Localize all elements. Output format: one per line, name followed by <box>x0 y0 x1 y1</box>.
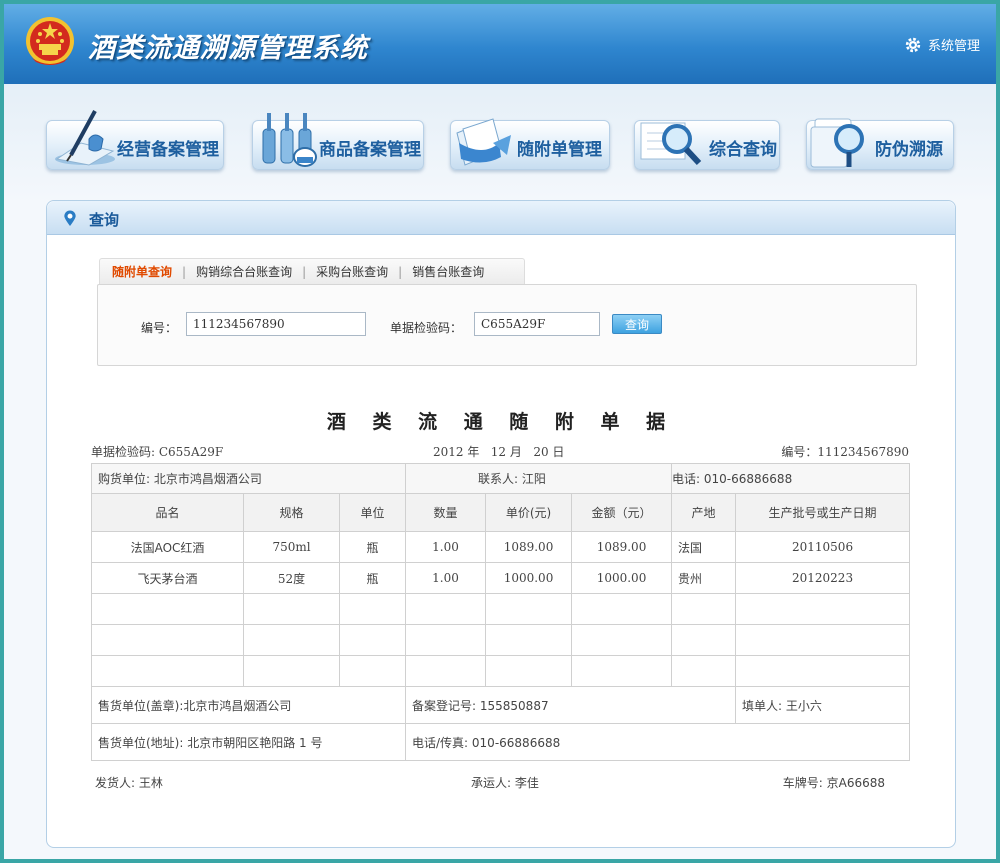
tab-attached-document-query[interactable]: 随附单查询 <box>108 263 176 280</box>
nav-anti-counterfeit-trace[interactable]: 防伪溯源 <box>806 118 954 170</box>
product-amount: 1000.00 <box>571 562 673 594</box>
product-spec: 750ml <box>243 531 340 563</box>
product-unit: 瓶 <box>338 562 407 594</box>
nav-comprehensive-query-label: 综合查询 <box>709 140 777 160</box>
carrier: 承运人: 李佳 <box>471 776 539 790</box>
column-header: 金额（元） <box>571 493 673 532</box>
shipper: 发货人: 王林 <box>95 776 163 790</box>
number-label: 编号： <box>141 321 178 335</box>
product-unit: 瓶 <box>338 531 407 563</box>
app-frame: 酒类流通溯源管理系统 系统管理 经营备案管理 商品备案管理 随附单管理 综合查询… <box>4 4 996 859</box>
number-input[interactable] <box>186 312 366 336</box>
tab-purchase-sales-ledger-query[interactable]: 购销综合台账查询 <box>192 263 296 280</box>
product-name: 法国AOC红酒 <box>91 531 244 563</box>
nav-attached-document-label: 随附单管理 <box>517 140 602 160</box>
seller-row: 售货单位(盖章):北京市鸿昌烟酒公司 备案登记号: 155850887 填单人:… <box>90 686 911 724</box>
column-header: 品名 <box>91 493 244 532</box>
column-header: 单价(元) <box>485 493 573 532</box>
buyer-phone: 电话: 010-66886688 <box>671 463 911 494</box>
tab-divider: | <box>398 264 403 279</box>
empty-row <box>91 624 911 656</box>
seller-seal: 售货单位(盖章):北京市鸿昌烟酒公司 <box>90 686 407 724</box>
system-management-label: 系统管理 <box>927 39 980 54</box>
product-spec: 52度 <box>243 562 340 594</box>
table-row: 飞天茅台酒 52度 瓶 1.00 1000.00 1000.00 贵州 2012… <box>91 562 911 594</box>
document-number: 编号：111234567890 <box>781 445 909 459</box>
product-batch: 20110506 <box>735 531 911 563</box>
column-header: 单位 <box>338 493 407 532</box>
pen-inkpot-icon <box>55 110 115 166</box>
header-bar: 酒类流通溯源管理系统 系统管理 <box>4 4 996 84</box>
document-check-code: 单据检验码: C655A29F <box>91 445 224 459</box>
nav-product-record-label: 商品备案管理 <box>319 140 421 160</box>
nav-business-record[interactable]: 经营备案管理 <box>46 110 224 170</box>
buyer-contact: 联系人: 江阳 <box>405 463 673 494</box>
product-amount: 1089.00 <box>571 531 673 563</box>
tab-sales-ledger-query[interactable]: 销售台账查询 <box>408 263 488 280</box>
column-header: 生产批号或生产日期 <box>735 493 911 532</box>
empty-row <box>91 655 911 687</box>
query-tabs: 随附单查询 | 购销综合台账查询 | 采购台账查询 | 销售台账查询 <box>99 258 525 284</box>
document-title: 酒 类 流 通 随 附 单 据 <box>326 411 676 433</box>
bottles-icon <box>262 113 317 167</box>
record-number: 备案登记号: 155850887 <box>405 686 737 724</box>
column-header: 规格 <box>243 493 340 532</box>
nav-business-record-label: 经营备案管理 <box>117 140 219 160</box>
license-plate: 车牌号: 京A66688 <box>782 776 885 790</box>
buyer-unit: 购货单位: 北京市鸿昌烟酒公司 <box>90 463 407 494</box>
query-button[interactable]: 查询 <box>612 314 662 334</box>
buyer-info-row: 购货单位: 北京市鸿昌烟酒公司 联系人: 江阳 电话: 010-66886688 <box>90 463 911 494</box>
check-code-label: 单据检验码： <box>390 321 463 335</box>
nav-product-record[interactable]: 商品备案管理 <box>252 113 424 170</box>
document-table: 购货单位: 北京市鸿昌烟酒公司 联系人: 江阳 电话: 010-66886688… <box>90 463 911 761</box>
table-header-row: 品名 规格 单位 数量 单价(元) 金额（元） 产地 生产批号或生产日期 <box>91 493 911 532</box>
product-unit-price: 1000.00 <box>485 562 573 594</box>
query-panel: 查询 随附单查询 | 购销综合台账查询 | 采购台账查询 | 销售台账查询 编号… <box>46 200 956 848</box>
documents-icon <box>456 118 511 166</box>
panel-header: 查询 <box>47 201 955 235</box>
table-row: 法国AOC红酒 750ml 瓶 1.00 1089.00 1089.00 法国 … <box>91 531 911 563</box>
nav-anti-counterfeit-trace-label: 防伪溯源 <box>875 140 943 160</box>
panel-title: 查询 <box>89 211 120 229</box>
product-quantity: 1.00 <box>405 562 487 594</box>
seller-address: 售货单位(地址): 北京市朝阳区艳阳路 1 号 <box>90 723 407 761</box>
magnifier-icon <box>640 122 702 166</box>
product-name: 飞天茅台酒 <box>91 562 244 594</box>
system-management-link[interactable]: 系统管理 <box>904 35 980 54</box>
trace-magnifier-icon <box>810 118 864 168</box>
nav-comprehensive-query[interactable]: 综合查询 <box>634 120 780 170</box>
column-header: 数量 <box>405 493 487 532</box>
product-unit-price: 1089.00 <box>485 531 573 563</box>
seller-address-row: 售货单位(地址): 北京市朝阳区艳阳路 1 号 电话/传真: 010-66886… <box>90 723 911 761</box>
tab-divider: | <box>302 264 307 279</box>
product-origin: 贵州 <box>671 562 737 594</box>
main-nav: 经营备案管理 商品备案管理 随附单管理 综合查询 防伪溯源 <box>4 104 996 194</box>
form-filler: 填单人: 王小六 <box>735 686 911 724</box>
product-batch: 20120223 <box>735 562 911 594</box>
gear-icon <box>905 37 921 52</box>
tab-divider: | <box>182 264 187 279</box>
nav-attached-document[interactable]: 随附单管理 <box>450 118 610 170</box>
national-emblem-icon <box>26 17 74 65</box>
app-title: 酒类流通溯源管理系统 <box>88 33 368 64</box>
product-quantity: 1.00 <box>405 531 487 563</box>
search-form: 编号： 单据检验码： 查询 <box>97 284 917 366</box>
document-date: 2012 年 12 月 20 日 <box>433 445 565 459</box>
location-pin-icon <box>64 210 76 227</box>
column-header: 产地 <box>671 493 737 532</box>
check-code-input[interactable] <box>474 312 600 336</box>
empty-row <box>91 593 911 625</box>
seller-fax: 电话/传真: 010-66886688 <box>405 723 911 761</box>
product-origin: 法国 <box>671 531 737 563</box>
tab-purchase-ledger-query[interactable]: 采购台账查询 <box>312 263 392 280</box>
